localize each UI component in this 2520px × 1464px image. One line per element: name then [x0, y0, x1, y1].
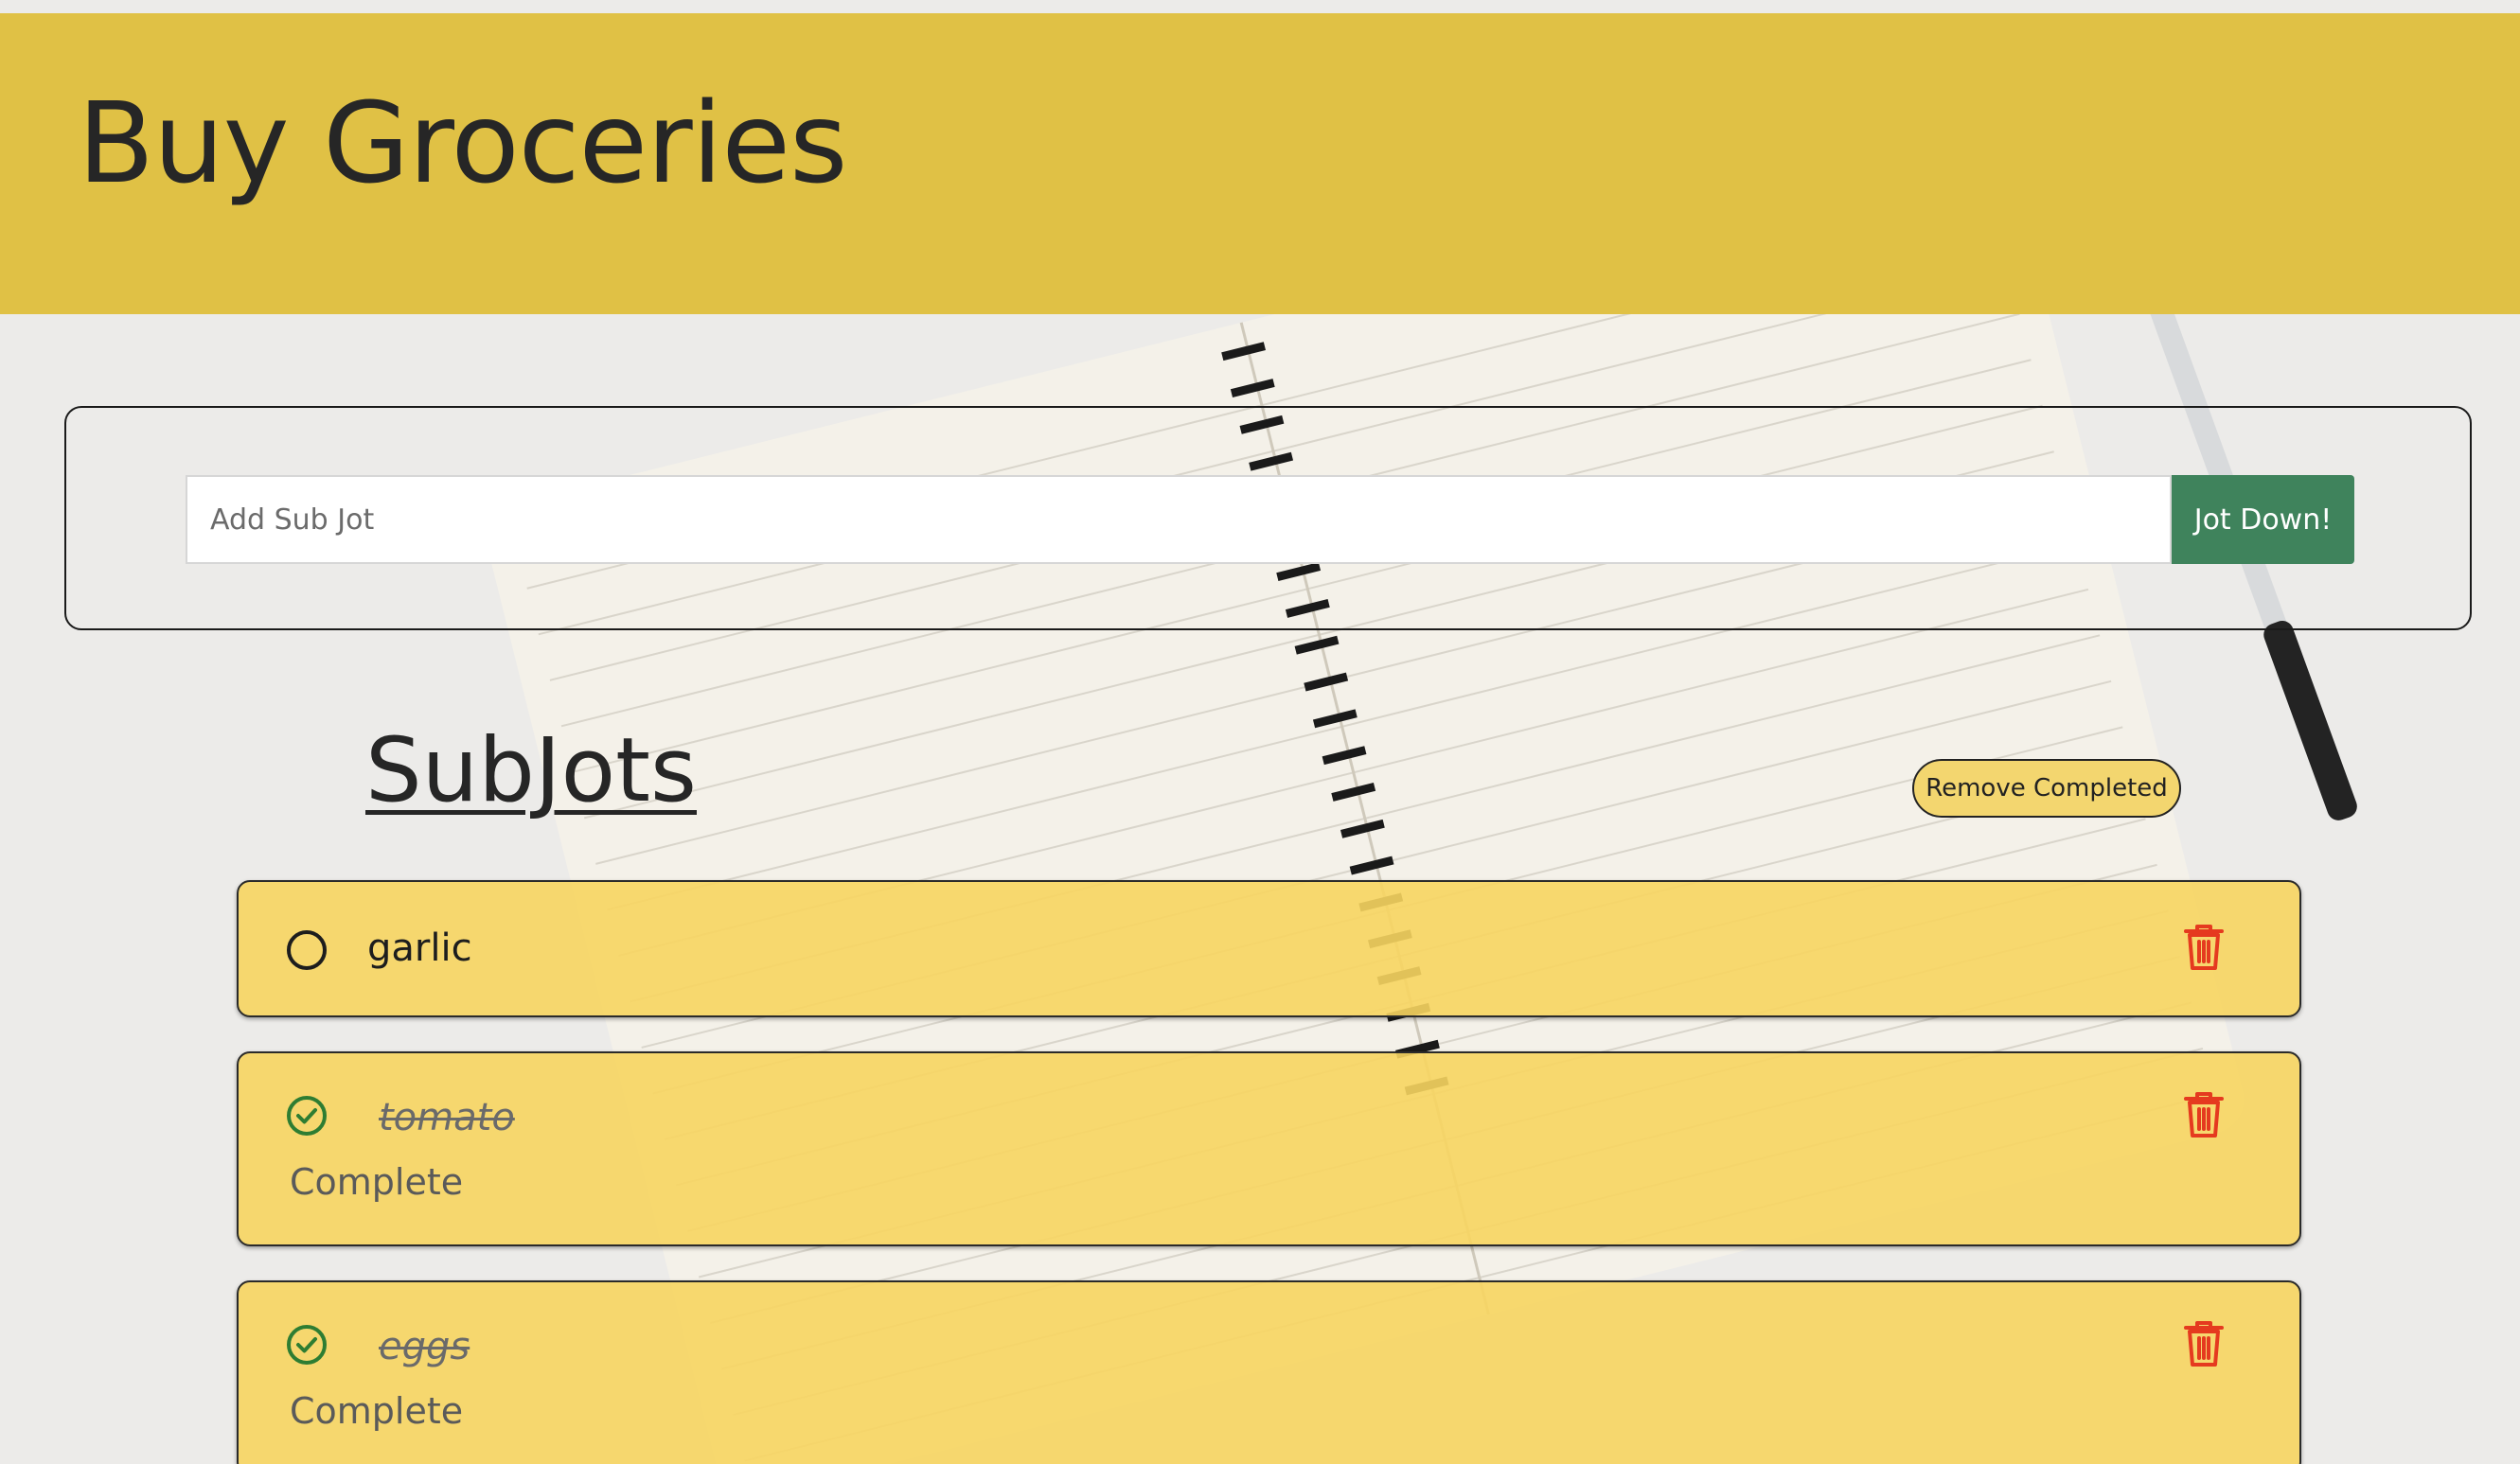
add-subjot-input[interactable]	[186, 475, 2172, 564]
circle-outline-icon[interactable]	[284, 927, 329, 973]
subjot-item: tomato Complete	[237, 1051, 2301, 1246]
app-header: Buy Groceries	[0, 13, 2520, 314]
trash-icon[interactable]	[2183, 1091, 2225, 1138]
subjot-status: Complete	[290, 1390, 464, 1432]
page-title: Buy Groceries	[78, 78, 847, 208]
subjot-label: eggs	[379, 1325, 470, 1368]
subjot-item: eggs Complete	[237, 1280, 2301, 1464]
subjot-label: tomato	[379, 1096, 515, 1139]
jot-down-button[interactable]: Jot Down!	[2172, 475, 2354, 564]
subjot-item: garlic	[237, 880, 2301, 1017]
check-circle-icon[interactable]	[284, 1322, 329, 1367]
subjot-status: Complete	[290, 1161, 464, 1203]
trash-icon[interactable]	[2183, 1320, 2225, 1367]
subjots-heading: SubJots	[365, 719, 697, 822]
remove-completed-button[interactable]: Remove Completed	[1912, 759, 2181, 818]
check-circle-icon[interactable]	[284, 1093, 329, 1138]
add-subjot-form: Jot Down!	[64, 406, 2472, 630]
subjot-label: garlic	[367, 926, 472, 970]
trash-icon[interactable]	[2183, 924, 2225, 971]
